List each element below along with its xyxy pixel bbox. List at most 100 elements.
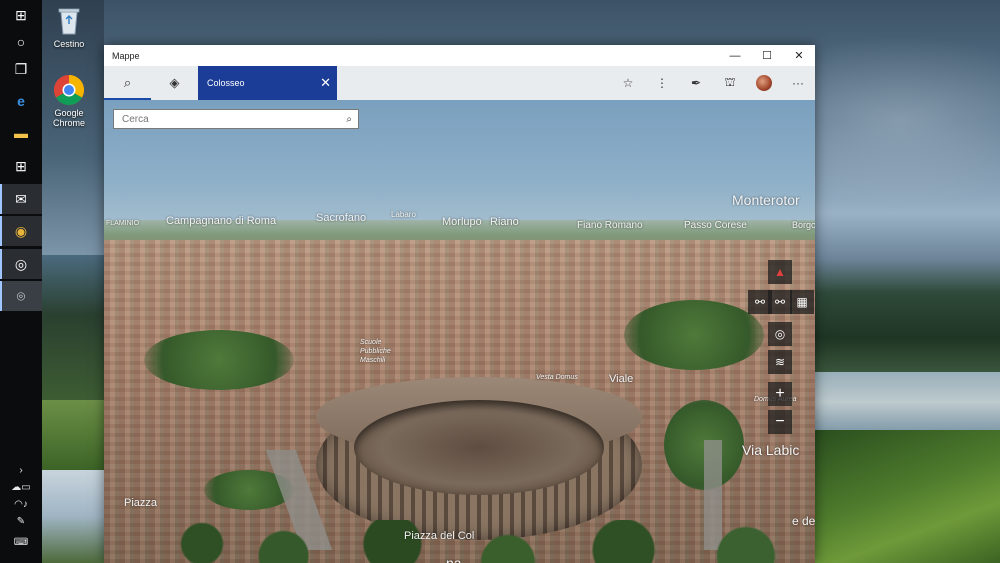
map-label: Scuole Pubbliche Maschili (360, 339, 391, 364)
close-icon[interactable]: ✕ (320, 75, 331, 91)
tab-place[interactable]: Colosseo ✕ (198, 66, 337, 100)
start-button[interactable]: ⊞ (0, 0, 42, 30)
star-list-icon: ☆ (622, 76, 634, 90)
traffic-icon: ⋮ (656, 76, 668, 90)
tab-directions[interactable]: ◈ (151, 66, 198, 100)
wallpaper-grass (815, 430, 1000, 563)
wifi-volume[interactable]: ◠♪ (0, 496, 42, 512)
groove-button[interactable]: ◎ (0, 249, 42, 279)
tilt-3d-button[interactable]: ⚯ (768, 290, 792, 314)
store-button[interactable]: ⊞ (0, 151, 42, 181)
maximize-button[interactable]: ☐ (751, 45, 783, 66)
chrome-icon: ◉ (14, 222, 28, 239)
map-label: Via Labic (742, 442, 800, 458)
map-label: Campagnano di Roma (166, 215, 277, 227)
desktop-icon-chrome[interactable]: Google Chrome (41, 74, 97, 128)
map-label: Viale (609, 373, 634, 385)
3d-cities-button[interactable]: ⛫ (713, 66, 747, 100)
map-label: Sacrofano (316, 212, 367, 224)
chrome-button[interactable]: ◉ (0, 216, 42, 246)
cortana-circle-icon: ○ (16, 34, 26, 50)
favorites-button[interactable]: ☆ (611, 66, 645, 100)
window-title: Mappe (112, 50, 140, 61)
map-label: Morlupo (442, 216, 482, 228)
map-park (624, 300, 764, 370)
map-label: Passo Corese (684, 220, 747, 231)
more-button[interactable]: ··· (781, 66, 815, 100)
search-input[interactable] (120, 112, 324, 126)
windows-logo-icon: ⊞ (15, 6, 27, 23)
search-icon: ⌕ (123, 75, 132, 90)
tab-search[interactable]: ⌕ (104, 66, 151, 100)
minimize-button[interactable]: — (719, 45, 751, 66)
map-label: na (446, 555, 462, 563)
map-label: Borgo (792, 220, 815, 230)
map-view[interactable]: Monterotor FLAMINIO Campagnano di Roma S… (104, 100, 815, 563)
desktop-icon-label: Cestino (53, 39, 85, 49)
cloud-battery-icon: ☁▭ (11, 481, 31, 493)
avatar (756, 75, 772, 91)
store-icon: ⊞ (15, 157, 27, 174)
map-label: FLAMINIO (106, 220, 140, 227)
traffic-button[interactable]: ⋮ (645, 66, 679, 100)
task-view-button[interactable]: ❐ (0, 54, 42, 84)
groove-music-icon: ◎ (14, 255, 28, 272)
edge-button[interactable]: e (0, 86, 42, 116)
desktop-icon-recycle-bin[interactable]: Cestino (41, 5, 97, 49)
chevron-right-icon: › (19, 464, 23, 476)
file-explorer-button[interactable]: ▬ (0, 118, 42, 148)
mail-button[interactable]: ✉ (0, 184, 42, 214)
pen-icon: ✎ (16, 515, 26, 527)
maps-button[interactable]: ⌾ (0, 281, 42, 311)
3d-cities-icon: ⛫ (724, 75, 736, 89)
window-titlebar[interactable]: Mappe — ☐ ✕ (104, 45, 815, 66)
place-tab-label: Colosseo (207, 78, 245, 88)
zoom-out-button[interactable]: − (768, 410, 792, 434)
location-target-icon: ◎ (774, 327, 786, 341)
desktop-icon-label: Google Chrome (52, 108, 85, 128)
wallpaper-lake (815, 372, 1000, 432)
map-label: Piazza (124, 497, 158, 509)
minimize-icon: — (729, 49, 741, 62)
map-park (144, 330, 294, 390)
map-label: Riano (490, 216, 519, 228)
pen-icon: ✒ (690, 76, 702, 90)
pen-workspace[interactable]: ✎ (0, 513, 42, 529)
grid-button[interactable]: ▦ (790, 290, 814, 314)
more-icon: ··· (792, 76, 804, 90)
ink-button[interactable]: ✒ (679, 66, 713, 100)
wifi-volume-icon: ◠♪ (14, 498, 28, 510)
compass-icon: ▲ (774, 265, 786, 279)
onedrive-battery[interactable]: ☁▭ (0, 479, 42, 495)
locate-button[interactable]: ◎ (768, 322, 792, 346)
maps-icon: ⌾ (16, 287, 26, 304)
map-label: Fiano Romano (577, 220, 643, 231)
grid-icon: ▦ (796, 295, 808, 309)
layers-button[interactable]: ≋ (768, 350, 792, 374)
search-icon[interactable]: ⌕ (346, 114, 352, 125)
wallpaper-water-left (42, 470, 104, 563)
touch-keyboard[interactable]: ⌨ (0, 534, 42, 550)
mail-icon: ✉ (15, 190, 27, 207)
task-view-icon: ❐ (14, 60, 28, 77)
zoom-in-button[interactable]: + (768, 382, 792, 406)
edge-icon: e (17, 93, 25, 109)
cortana-button[interactable]: ○ (0, 27, 42, 57)
chrome-icon (53, 74, 85, 106)
wallpaper-grass-left (42, 400, 104, 470)
tilt-icon: ⚯ (754, 295, 766, 309)
map-label: e del (792, 514, 815, 528)
close-icon: ✕ (794, 50, 804, 62)
map-label: Monterotor (732, 192, 800, 208)
taskbar: ⊞ ○ ❐ e ▬ ⊞ ✉ ◉ ◎ ⌾ › ☁▭ ◠♪ ✎ ⌨ (0, 0, 42, 563)
account-button[interactable] (747, 66, 781, 100)
map-label: Piazza del Col (404, 530, 475, 542)
minus-icon: − (775, 413, 785, 430)
directions-icon: ◈ (169, 75, 180, 90)
show-hidden-icons[interactable]: › (0, 462, 42, 478)
maximize-icon: ☐ (762, 50, 772, 62)
compass-button[interactable]: ▲ (768, 260, 792, 284)
plus-icon: + (775, 385, 785, 402)
map-label: Vesta Domus (536, 374, 578, 381)
close-window-button[interactable]: ✕ (783, 45, 815, 66)
